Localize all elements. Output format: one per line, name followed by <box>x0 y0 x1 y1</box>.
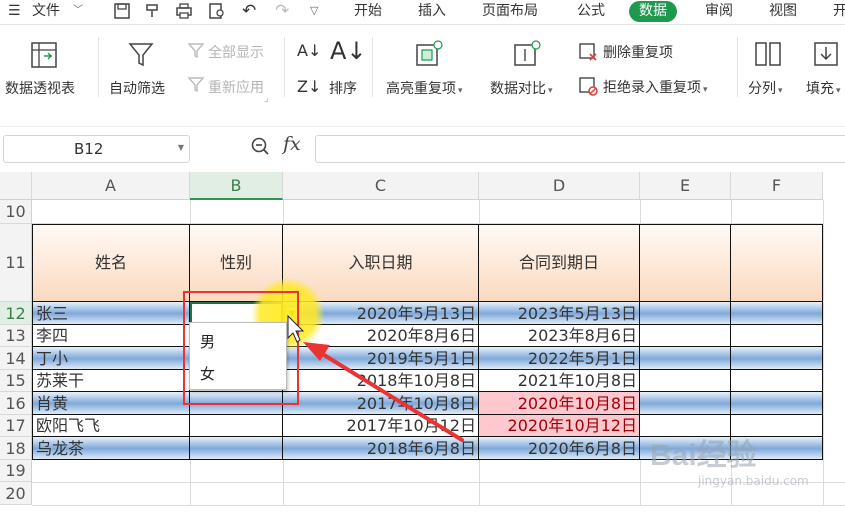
watermark-url: jingyan.baidu.com <box>698 474 809 488</box>
watermark: Bai经验 jingyan.baidu.com <box>650 430 840 500</box>
watermark-brand: Bai经验 <box>650 439 757 472</box>
mouse-cursor-icon <box>287 314 305 343</box>
